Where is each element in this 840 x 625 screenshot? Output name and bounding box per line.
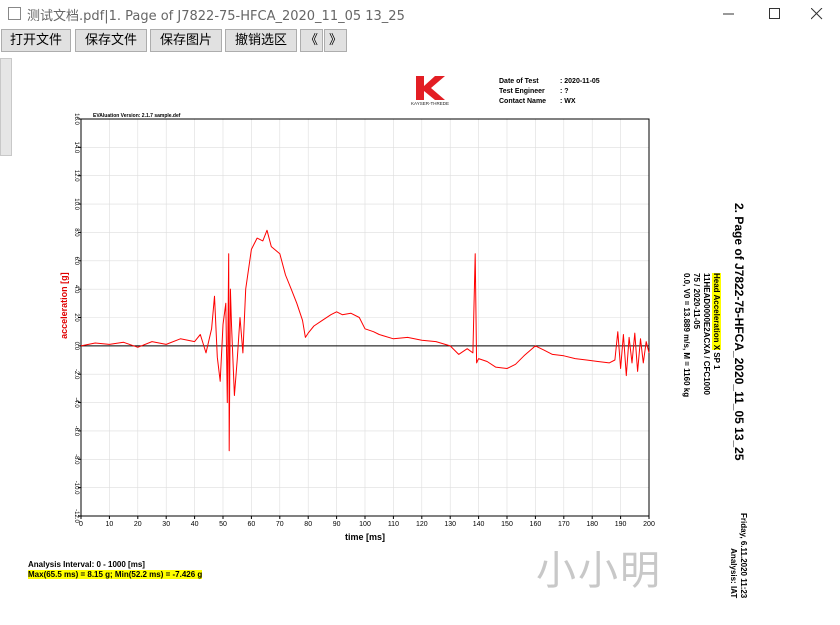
x-tick-label: 130 bbox=[444, 521, 456, 528]
window-title: 测试文档.pdf|1. Page of J7822-75-HFCA_2020_1… bbox=[27, 9, 405, 24]
x-tick-label: 170 bbox=[558, 521, 570, 528]
analysis-interval: Analysis Interval: 0 - 1000 [ms] bbox=[28, 560, 145, 569]
x-axis-label: time [ms] bbox=[345, 532, 385, 542]
close-button[interactable] bbox=[794, 0, 840, 28]
channel-conditions: 0.0, V0 = 13.889 m/s, M = 1160 kg bbox=[682, 273, 691, 398]
y-tick-label: 2.0 bbox=[73, 313, 79, 322]
y-tick-label: -6.0 bbox=[73, 426, 79, 437]
footer-analysis: Analysis: IAT bbox=[729, 548, 738, 599]
y-tick-label: -2.0 bbox=[73, 369, 79, 380]
y-tick-label: -10.0 bbox=[73, 481, 79, 495]
acceleration-chart: 0 10 20 30 40 50 60 70 80 90 100 110 120 130 140 150 160… bbox=[59, 113, 655, 542]
x-tick-label: 70 bbox=[276, 521, 284, 528]
eval-version-note: EVAluation Version: 2.1.7 sample.def bbox=[93, 113, 181, 119]
x-tick-label: 20 bbox=[134, 521, 142, 528]
x-tick-label: 110 bbox=[388, 521, 399, 528]
undo-selection-button[interactable]: 撤销选区 bbox=[225, 29, 297, 52]
x-tick-label: 30 bbox=[162, 521, 170, 528]
save-image-button[interactable]: 保存图片 bbox=[150, 29, 222, 52]
x-tick-label: 150 bbox=[501, 521, 513, 528]
y-tick-label: 8.0 bbox=[73, 228, 79, 237]
side-panel-handle[interactable] bbox=[0, 58, 12, 156]
channel-test: 75 / 2020-11-05 bbox=[692, 273, 701, 330]
x-axis-ticks: 0 10 20 30 40 50 60 70 80 90 100 110 120 130 140 150 160… bbox=[79, 516, 655, 528]
y-tick-label: -4.0 bbox=[73, 397, 79, 408]
x-tick-label: 190 bbox=[615, 521, 627, 528]
x-tick-label: 160 bbox=[530, 521, 542, 528]
x-tick-label: 200 bbox=[643, 521, 655, 528]
next-page-button[interactable]: 》 bbox=[324, 29, 347, 52]
toolbar: 打开文件 保存文件 保存图片 撤销选区 《 》 bbox=[0, 29, 840, 53]
y-tick-label: 6.0 bbox=[73, 257, 79, 266]
y-tick-label: 16.0 bbox=[73, 113, 79, 125]
app-icon bbox=[8, 7, 21, 20]
close-icon bbox=[811, 8, 823, 20]
y-tick-label: 0.0 bbox=[73, 342, 79, 351]
x-tick-label: 40 bbox=[191, 521, 199, 528]
prev-page-button[interactable]: 《 bbox=[300, 29, 323, 52]
side-page-title: 2. Page of J7822-75-HFCA_2020_11_05 13_2… bbox=[732, 203, 746, 461]
maximize-icon bbox=[769, 8, 780, 19]
minimize-icon bbox=[723, 13, 734, 15]
chart-grid bbox=[80, 118, 650, 517]
extremes-summary: Max(65.5 ms) = 8.15 g; Min(52.2 ms) = -7… bbox=[28, 570, 203, 579]
footer-info: Friday, 6.11.2020 11:23 Analysis: IAT bbox=[728, 513, 748, 598]
watermark: 小小明 bbox=[536, 548, 662, 594]
y-tick-label: -8.0 bbox=[73, 454, 79, 465]
x-tick-label: 10 bbox=[106, 521, 114, 528]
save-file-button[interactable]: 保存文件 bbox=[75, 29, 147, 52]
x-tick-label: 140 bbox=[473, 521, 485, 528]
footer-date: Friday, 6.11.2020 11:23 bbox=[739, 513, 748, 599]
channel-info: Head Acceleration X SP 1 11HEAD0000E2ACX… bbox=[681, 273, 721, 397]
y-tick-label: 4.0 bbox=[73, 285, 79, 294]
y-tick-label: 14.0 bbox=[73, 142, 79, 154]
x-tick-label: 80 bbox=[304, 521, 312, 528]
channel-suffix: SP 1 bbox=[712, 350, 721, 370]
maximize-button[interactable] bbox=[752, 0, 798, 28]
x-tick-label: 120 bbox=[416, 521, 428, 528]
title-bar: 测试文档.pdf|1. Page of J7822-75-HFCA_2020_1… bbox=[0, 0, 840, 28]
x-tick-label: 100 bbox=[359, 521, 371, 528]
channel-code: 11HEAD0000E2ACXA / CFC1000 bbox=[702, 273, 711, 395]
open-file-button[interactable]: 打开文件 bbox=[1, 29, 71, 52]
minimize-button[interactable] bbox=[706, 0, 752, 28]
y-axis-ticks: -12.0 -10.0 -8.0 -6.0 -4.0 -2.0 0.0 2.0 4.0 6.0 8.… bbox=[73, 113, 81, 523]
y-tick-label: 12.0 bbox=[73, 170, 79, 182]
y-tick-label: -12.0 bbox=[73, 509, 79, 523]
y-tick-label: 10.0 bbox=[73, 198, 79, 210]
y-axis-label: acceleration [g] bbox=[59, 272, 69, 339]
x-tick-label: 180 bbox=[586, 521, 598, 528]
x-tick-label: 60 bbox=[248, 521, 256, 528]
x-tick-label: 90 bbox=[333, 521, 341, 528]
x-tick-label: 50 bbox=[219, 521, 227, 528]
document-page: KAYSER-THREDE Date of Test : 2020-11-05 … bbox=[14, 58, 830, 623]
channel-name: Head Acceleration X bbox=[712, 273, 721, 351]
